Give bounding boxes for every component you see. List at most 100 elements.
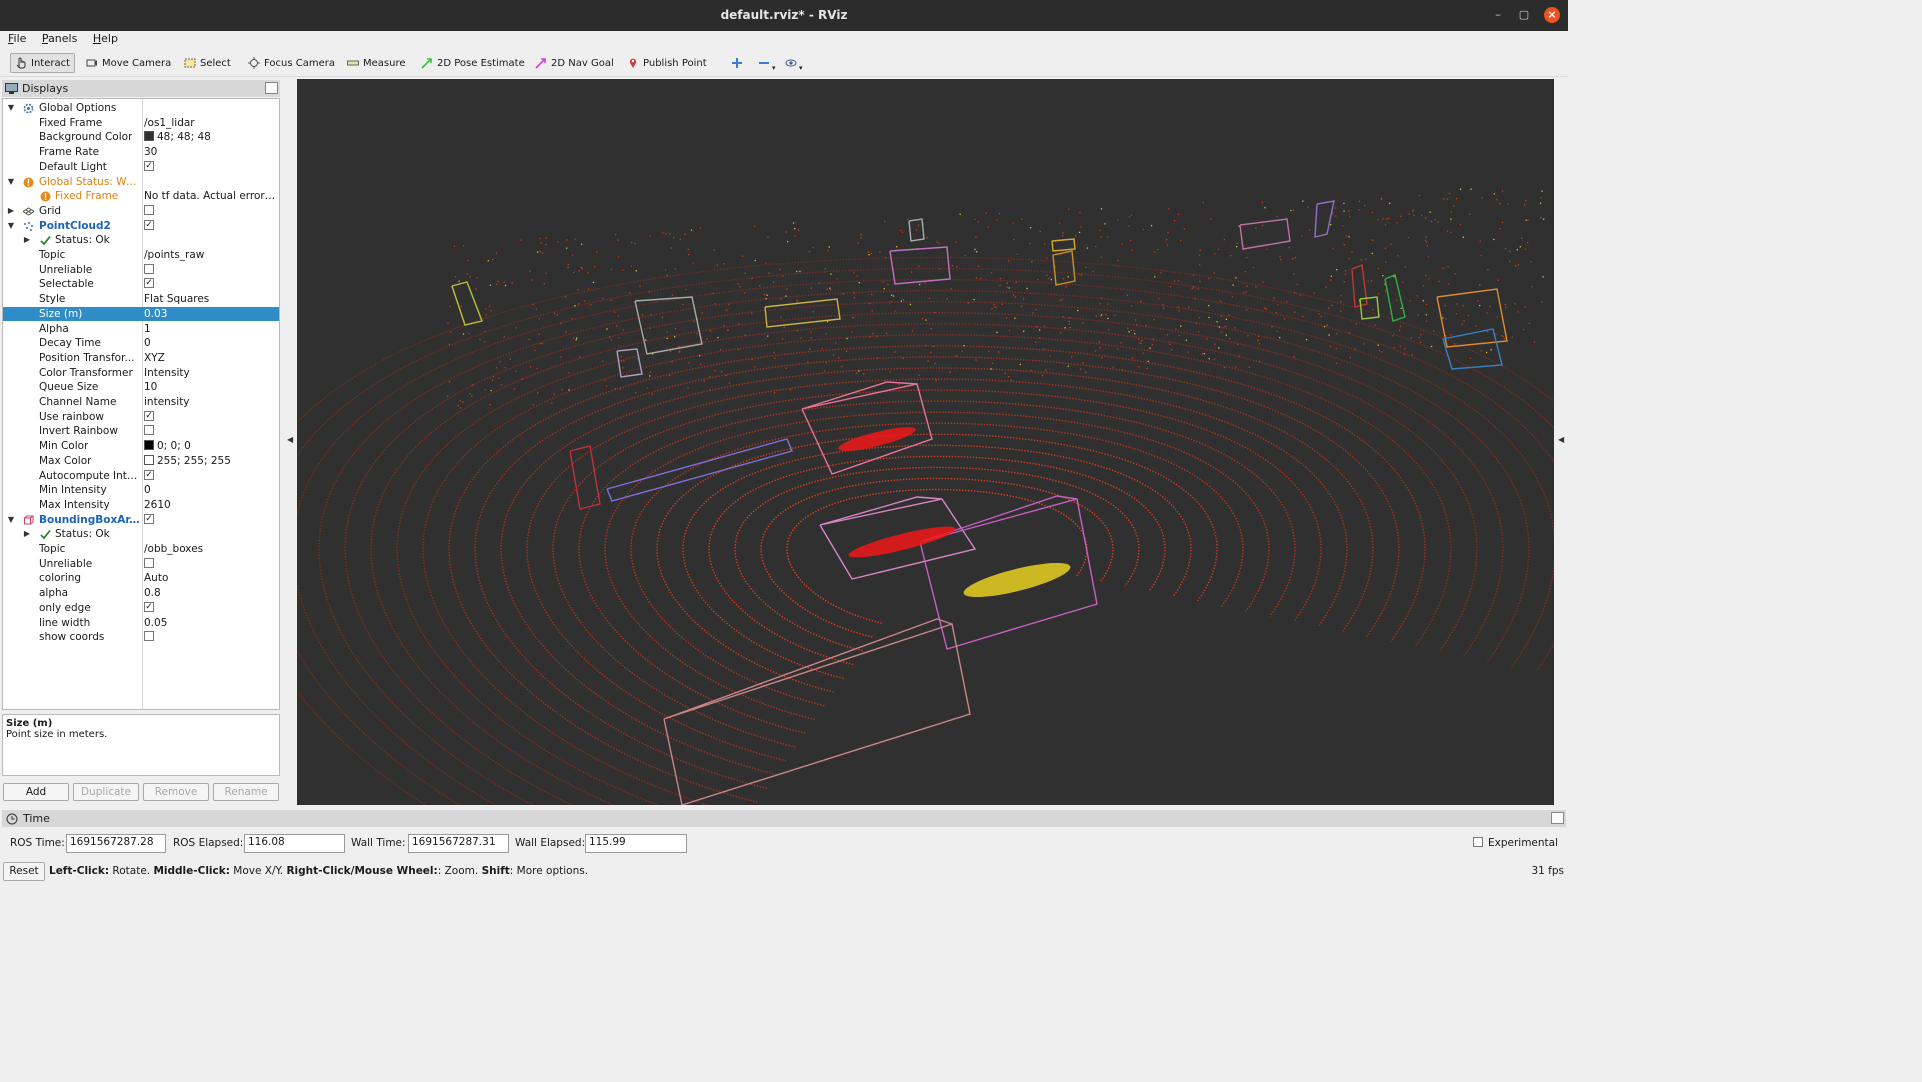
view-options-button[interactable]: ▾ <box>781 53 807 73</box>
rename-button[interactable]: Rename <box>213 783 279 801</box>
tool-focus-camera[interactable]: Focus Camera <box>244 53 339 73</box>
property-row[interactable]: ▼ PointCloud2 ✓ <box>3 219 279 234</box>
checkbox-unchecked[interactable] <box>144 263 154 274</box>
duplicate-button[interactable]: Duplicate <box>73 783 139 801</box>
property-value[interactable] <box>144 630 278 645</box>
checkbox-checked[interactable]: ✓ <box>144 513 154 524</box>
maximize-icon[interactable]: ▢ <box>1516 7 1532 23</box>
property-row[interactable]: Topic/obb_boxes <box>3 542 279 557</box>
property-row[interactable]: Unreliable <box>3 557 279 572</box>
tool-2d-nav-goal[interactable]: 2D Nav Goal <box>531 53 618 73</box>
property-value[interactable]: 0.05 <box>144 616 278 631</box>
checkbox-checked[interactable]: ✓ <box>144 278 154 289</box>
property-value[interactable]: No tf data. Actual error: ... <box>144 189 278 204</box>
property-value[interactable] <box>144 263 278 278</box>
point-cloud-scene[interactable] <box>297 79 1554 805</box>
property-row[interactable]: Min Intensity 0 <box>3 483 279 498</box>
close-icon[interactable]: × <box>1544 7 1560 23</box>
tool-2d-pose-estimate[interactable]: 2D Pose Estimate <box>417 53 529 73</box>
checkbox-checked[interactable]: ✓ <box>144 410 154 421</box>
undock-button[interactable] <box>265 82 278 94</box>
property-value[interactable]: Auto <box>144 571 278 586</box>
property-row[interactable]: Fixed Frame No tf data. Actual error: ... <box>3 189 279 204</box>
property-row[interactable]: only edge ✓ <box>3 601 279 616</box>
expand-arrow-icon[interactable]: ▶ <box>22 527 32 542</box>
ros-elapsed-field[interactable]: 116.08 <box>244 834 345 853</box>
undock-button[interactable] <box>1551 812 1564 824</box>
tool-select[interactable]: Select <box>180 53 235 73</box>
add-tool-button[interactable] <box>727 53 747 73</box>
property-row[interactable]: Alpha 1 <box>3 322 279 337</box>
property-row[interactable]: Channel Name intensity <box>3 395 279 410</box>
wall-elapsed-field[interactable]: 115.99 <box>585 834 687 853</box>
menu-panels[interactable]: Panels <box>34 31 81 45</box>
property-value[interactable]: 0 <box>144 336 278 351</box>
property-row[interactable]: Min Color 0; 0; 0 <box>3 439 279 454</box>
property-row[interactable]: Fixed Frame/os1_lidar <box>3 116 279 131</box>
property-value[interactable]: ✓ <box>144 469 278 484</box>
expand-arrow-icon[interactable]: ▶ <box>6 204 16 219</box>
property-row[interactable]: Style Flat Squares <box>3 292 279 307</box>
property-value[interactable]: ✓ <box>144 410 278 425</box>
collapse-arrow-icon[interactable]: ▼ <box>6 101 16 116</box>
checkbox-checked[interactable]: ✓ <box>144 601 154 612</box>
minimize-icon[interactable]: – <box>1490 7 1506 23</box>
property-value[interactable]: 48; 48; 48 <box>144 130 278 145</box>
property-row[interactable]: ▼ Global Options <box>3 101 279 116</box>
remove-tool-button[interactable]: ▾ <box>754 53 780 73</box>
property-value[interactable]: Intensity <box>144 366 278 381</box>
collapse-arrow-icon[interactable]: ▼ <box>6 175 16 190</box>
property-row[interactable]: alpha 0.8 <box>3 586 279 601</box>
property-row[interactable]: Size (m) 0.03 <box>3 306 279 322</box>
property-value[interactable]: ✓ <box>144 277 278 292</box>
property-value[interactable]: 0.03 <box>144 307 278 322</box>
property-row[interactable]: Frame Rate 30 <box>3 145 279 160</box>
property-value[interactable]: Flat Squares <box>144 292 278 307</box>
property-value[interactable]: 1 <box>144 322 278 337</box>
property-value[interactable]: ✓ <box>144 601 278 616</box>
property-value[interactable] <box>144 204 278 219</box>
property-row[interactable]: ▼ Global Status: Warn <box>3 175 279 190</box>
property-value[interactable]: 0; 0; 0 <box>144 439 278 454</box>
property-row[interactable]: ▶ Status: Ok <box>3 527 279 542</box>
property-value[interactable]: ✓ <box>144 513 278 528</box>
property-row[interactable]: coloring Auto <box>3 571 279 586</box>
checkbox-unchecked[interactable] <box>144 557 154 568</box>
checkbox-checked[interactable]: ✓ <box>144 219 154 230</box>
property-row[interactable]: Max Intensity 2610 <box>3 498 279 513</box>
tool-move-camera[interactable]: Move Camera <box>82 53 175 73</box>
right-splitter[interactable]: ◀ <box>1554 79 1568 805</box>
remove-button[interactable]: Remove <box>143 783 209 801</box>
property-row[interactable]: Unreliable <box>3 263 279 278</box>
property-value[interactable]: intensity <box>144 395 278 410</box>
collapse-left-icon[interactable]: ◀ <box>287 435 293 444</box>
property-row[interactable]: Selectable ✓ <box>3 277 279 292</box>
collapse-right-icon[interactable]: ◀ <box>1558 435 1564 444</box>
property-value[interactable]: 10 <box>144 380 278 395</box>
property-value[interactable]: /os1_lidar <box>144 116 278 131</box>
property-row[interactable]: Topic/points_raw <box>3 248 279 263</box>
add-button[interactable]: Add <box>3 783 69 801</box>
property-value[interactable]: 0 <box>144 483 278 498</box>
property-row[interactable]: line width 0.05 <box>3 616 279 631</box>
property-row[interactable]: Max Color 255; 255; 255 <box>3 454 279 469</box>
expand-arrow-icon[interactable]: ▶ <box>22 233 32 248</box>
property-row[interactable]: Background Color 48; 48; 48 <box>3 130 279 145</box>
checkbox-checked[interactable]: ✓ <box>144 160 154 171</box>
property-row[interactable]: Position Transfor... XYZ <box>3 351 279 366</box>
collapse-arrow-icon[interactable]: ▼ <box>6 219 16 234</box>
property-row[interactable]: Color Transformer Intensity <box>3 366 279 381</box>
property-value[interactable]: /points_raw <box>144 248 278 263</box>
checkbox-unchecked[interactable] <box>144 631 154 642</box>
property-row[interactable]: Invert Rainbow <box>3 424 279 439</box>
property-value[interactable]: 0.8 <box>144 586 278 601</box>
experimental-checkbox[interactable] <box>1473 837 1483 847</box>
property-row[interactable]: Default Light ✓ <box>3 160 279 175</box>
property-value[interactable]: 2610 <box>144 498 278 513</box>
property-row[interactable]: show coords <box>3 630 279 645</box>
property-value[interactable]: ✓ <box>144 219 278 234</box>
property-value[interactable]: 255; 255; 255 <box>144 454 278 469</box>
property-row[interactable]: Queue Size 10 <box>3 380 279 395</box>
checkbox-checked[interactable]: ✓ <box>144 469 154 480</box>
left-splitter[interactable]: ◀ <box>283 79 297 805</box>
